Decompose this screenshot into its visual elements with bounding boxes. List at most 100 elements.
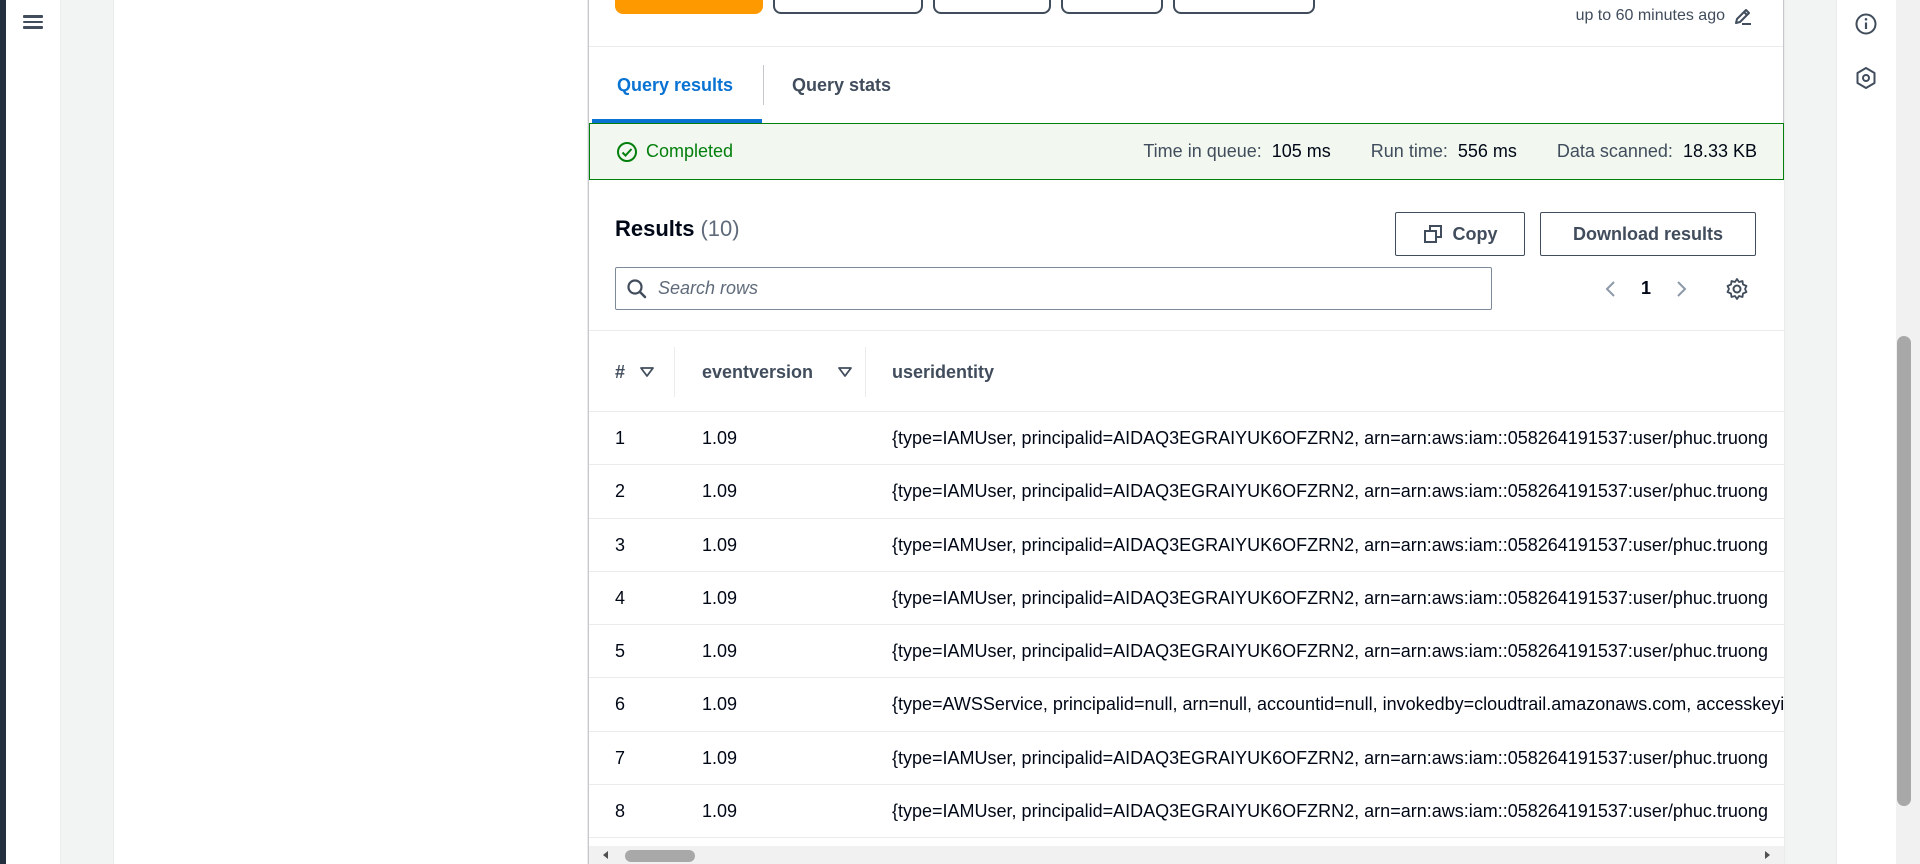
- tab-query-stats[interactable]: Query stats: [792, 47, 891, 123]
- sort-down-icon[interactable]: [837, 364, 853, 380]
- query-stats-summary: Time in queue: 105 ms Run time: 556 ms Dat…: [1143, 141, 1757, 162]
- explain-button[interactable]: [773, 0, 923, 14]
- results-container: Results(10) Copy Download results 1 #: [589, 180, 1784, 864]
- query-status-bar: Completed Time in queue: 105 ms Run time:…: [589, 123, 1784, 180]
- row-number: 6: [615, 694, 626, 715]
- status-completed: Completed: [616, 141, 733, 163]
- nav-gutter: [61, 0, 114, 864]
- copy-icon: [1423, 225, 1442, 243]
- useridentity-cell: {type=AWSService, principalid=null, arn=…: [892, 694, 1784, 715]
- table-row[interactable]: 3 1.09 {type=IAMUser, principalid=AIDAQ3EG…: [589, 519, 1784, 572]
- queue-time-label: Time in queue:: [1143, 141, 1262, 161]
- eventversion-cell: 1.09: [702, 694, 738, 715]
- scroll-right-icon[interactable]: [1760, 848, 1774, 862]
- eventversion-cell: 1.09: [702, 801, 738, 822]
- search-rows-input[interactable]: [658, 278, 1458, 299]
- column-label: eventversion: [702, 361, 814, 382]
- queue-time-value: 105 ms: [1271, 141, 1331, 161]
- sort-down-icon[interactable]: [639, 364, 655, 380]
- right-tools-rail: [1836, 0, 1896, 864]
- gear-icon[interactable]: [1725, 277, 1749, 301]
- table-row[interactable]: 6 1.09 {type=AWSService, principalid=null,…: [589, 678, 1784, 732]
- useridentity-cell: {type=IAMUser, principalid=AIDAQ3EGRAIYU…: [892, 641, 1768, 662]
- table-row[interactable]: 7 1.09 {type=IAMUser, principalid=AIDAQ3EG…: [589, 732, 1784, 786]
- data-scanned: Data scanned: 18.33 KB: [1557, 141, 1757, 162]
- search-rows-field[interactable]: [615, 267, 1492, 310]
- table-row[interactable]: 4 1.09 {type=IAMUser, principalid=AIDAQ3EG…: [589, 572, 1784, 626]
- tab-query-results[interactable]: Query results: [617, 47, 733, 123]
- run-time-label: Run time:: [1370, 141, 1448, 161]
- row-number: 2: [615, 481, 626, 502]
- eventversion-cell: 1.09: [702, 534, 738, 555]
- current-page[interactable]: 1: [1641, 278, 1651, 299]
- table-row[interactable]: 8 1.09 {type=IAMUser, principalid=AIDAQ3EG…: [589, 785, 1784, 839]
- check-circle-icon: [617, 141, 637, 162]
- row-number: 3: [615, 534, 626, 555]
- horizontal-scrollbar[interactable]: [589, 846, 1784, 864]
- results-table: # eventversion useridentity 1 1.09 {type=I…: [589, 330, 1784, 839]
- eventversion-cell: 1.09: [702, 587, 738, 608]
- useridentity-cell: {type=IAMUser, principalid=AIDAQ3EGRAIYU…: [892, 481, 1768, 502]
- create-button[interactable]: [1173, 0, 1315, 14]
- eventversion-cell: 1.09: [702, 428, 738, 448]
- window-edge: [0, 0, 6, 864]
- useridentity-cell: {type=IAMUser, principalid=AIDAQ3EGRAIYU…: [892, 587, 1768, 608]
- chevron-left-icon[interactable]: [1601, 279, 1621, 299]
- status-label: Completed: [646, 141, 734, 161]
- column-divider[interactable]: [674, 347, 675, 397]
- right-gutter: [1784, 0, 1836, 864]
- tab-separator: [763, 65, 764, 105]
- hexagon-icon[interactable]: [1854, 66, 1878, 90]
- eventversion-cell: 1.09: [702, 481, 738, 502]
- copy-button-label: Copy: [1452, 223, 1498, 244]
- results-count: (10): [700, 216, 740, 241]
- column-label: #: [615, 361, 626, 382]
- run-time-value: 556 ms: [1457, 141, 1517, 161]
- editor-column: [114, 0, 587, 864]
- data-scanned-value: 18.33 KB: [1682, 141, 1757, 161]
- column-label: useridentity: [892, 361, 995, 382]
- refresh-note-text: up to 60 minutes ago: [1575, 7, 1725, 24]
- eventversion-cell: 1.09: [702, 641, 738, 662]
- clear-button[interactable]: [1061, 0, 1163, 14]
- row-number: 7: [615, 747, 626, 768]
- cancel-button[interactable]: [933, 0, 1051, 14]
- useridentity-cell: {type=IAMUser, principalid=AIDAQ3EGRAIYU…: [892, 747, 1768, 768]
- table-row[interactable]: 5 1.09 {type=IAMUser, principalid=AIDAQ3EG…: [589, 625, 1784, 679]
- useridentity-cell: {type=IAMUser, principalid=AIDAQ3EGRAIYU…: [892, 534, 1768, 555]
- download-results-button[interactable]: Download results: [1540, 212, 1756, 256]
- queue-time: Time in queue: 105 ms: [1143, 141, 1330, 162]
- info-icon[interactable]: [1854, 12, 1878, 36]
- chevron-right-icon[interactable]: [1671, 279, 1691, 299]
- table-header: # eventversion useridentity: [589, 330, 1784, 412]
- column-header-number[interactable]: #: [615, 331, 655, 413]
- table-row[interactable]: 1 1.09 {type=IAMUser, principalid=AIDAQ3EG…: [589, 412, 1784, 466]
- eventversion-cell: 1.09: [702, 747, 738, 768]
- row-number: 4: [615, 587, 626, 608]
- scroll-left-icon[interactable]: [599, 848, 613, 862]
- copy-button[interactable]: Copy: [1395, 212, 1525, 256]
- search-icon: [627, 278, 647, 298]
- row-number: 5: [615, 641, 626, 662]
- horizontal-scroll-thumb[interactable]: [625, 850, 695, 862]
- editor-toolbar: [615, 0, 1315, 14]
- column-divider[interactable]: [865, 347, 866, 397]
- column-header-useridentity[interactable]: useridentity: [892, 331, 994, 413]
- left-nav-rail: [0, 0, 61, 864]
- run-button[interactable]: [615, 0, 763, 14]
- useridentity-cell: {type=IAMUser, principalid=AIDAQ3EGRAIYU…: [892, 801, 1768, 822]
- vertical-scroll-thumb[interactable]: [1897, 336, 1911, 806]
- row-number: 1: [615, 428, 626, 448]
- pencil-icon[interactable]: [1733, 6, 1753, 26]
- results-tabs: Query results Query stats: [589, 47, 1783, 123]
- refresh-note: up to 60 minutes ago: [1576, 6, 1753, 26]
- hamburger-icon[interactable]: [21, 12, 45, 36]
- column-header-eventversion[interactable]: eventversion: [702, 331, 853, 413]
- results-title: Results: [615, 216, 695, 241]
- pagination: 1: [1601, 278, 1691, 299]
- row-number: 8: [615, 801, 626, 822]
- results-heading: Results (10): [615, 216, 740, 242]
- table-row[interactable]: 2 1.09 {type=IAMUser, principalid=AIDAQ3EG…: [589, 465, 1784, 519]
- run-time: Run time: 556 ms: [1371, 141, 1517, 162]
- useridentity-cell: {type=IAMUser, principalid=AIDAQ3EGRAIYU…: [892, 428, 1768, 448]
